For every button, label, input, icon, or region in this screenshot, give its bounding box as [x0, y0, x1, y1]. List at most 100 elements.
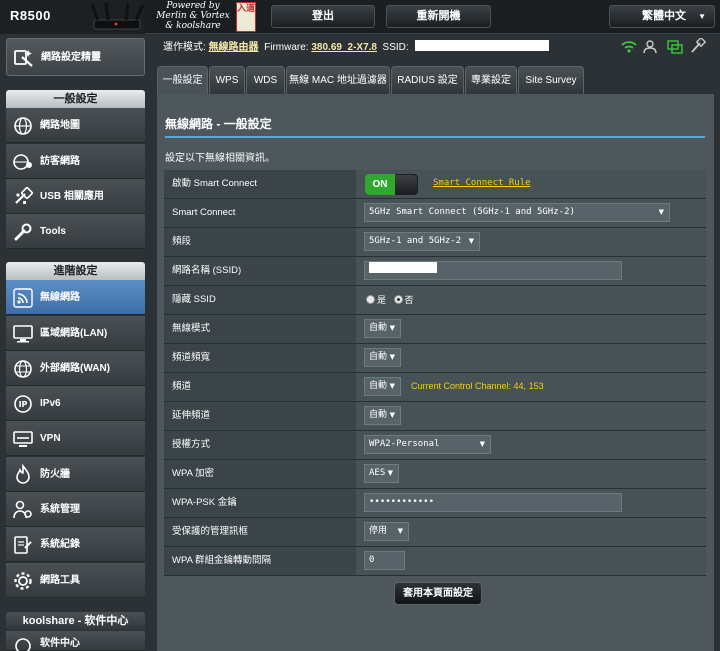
- group-rekey-interval-input[interactable]: 0: [364, 551, 405, 570]
- hide-ssid-yes-radio[interactable]: [366, 295, 375, 304]
- language-select[interactable]: 繁體中文 ▼: [609, 5, 715, 28]
- row-label: 頻段: [164, 228, 356, 256]
- row-label: 網路名稱 (SSID): [164, 257, 356, 285]
- pmf-select[interactable]: 停用 ▼: [364, 522, 409, 541]
- logout-button[interactable]: 登出: [271, 5, 375, 28]
- network-status-icon[interactable]: [667, 40, 683, 54]
- channel-select[interactable]: 自動 ▼: [364, 377, 401, 396]
- row-label: 受保護的管理訊框: [164, 518, 356, 546]
- tab-site-survey[interactable]: Site Survey: [518, 66, 584, 94]
- sidebar-item-tools[interactable]: Tools: [6, 214, 145, 249]
- band-select[interactable]: 5GHz-1 and 5GHz-2 ▼: [364, 232, 480, 251]
- row-label: 延伸頻道: [164, 402, 356, 430]
- page-description: 設定以下無線相關資訊。: [165, 153, 275, 164]
- clients-icon[interactable]: [643, 40, 657, 54]
- main-panel: 無線網路 - 一般設定 設定以下無線相關資訊。 啟動 Smart Connect…: [157, 94, 714, 651]
- wifi-icon: [13, 288, 33, 308]
- extension-channel-select[interactable]: 自動 ▼: [364, 406, 401, 425]
- sidebar-item-usb[interactable]: USB 相關應用: [6, 179, 145, 214]
- admin-user-icon: [13, 500, 32, 519]
- row-label: 無線模式: [164, 315, 356, 343]
- smart-connect-rule-link[interactable]: Smart Connect Rule: [433, 178, 531, 188]
- sidebar-item-label: 外部網路(WAN): [40, 363, 110, 374]
- ssid-redacted: [369, 262, 437, 273]
- row-label: Smart Connect: [164, 199, 356, 227]
- wifi-status-icon[interactable]: [621, 41, 637, 53]
- table-row: WPA 群組金鑰轉動間隔 0: [164, 547, 706, 576]
- tab-radius[interactable]: RADIUS 設定: [391, 66, 464, 94]
- table-row: 頻道頻寬 自動 ▼: [164, 344, 706, 373]
- table-row: 頻段 5GHz-1 and 5GHz-2 ▼: [164, 228, 706, 257]
- mode-value-link[interactable]: 無線路由器: [209, 42, 259, 53]
- smart-connect-toggle[interactable]: ON: [365, 174, 418, 195]
- table-row: 延伸頻道 自動 ▼: [164, 402, 706, 431]
- sidebar-item-lan[interactable]: 區域網路(LAN): [6, 316, 145, 351]
- chevron-down-icon: ▼: [698, 12, 706, 21]
- tab-general[interactable]: 一般設定: [157, 66, 208, 95]
- sidebar-item-label: USB 相關應用: [40, 191, 104, 202]
- fire-icon: [16, 464, 30, 484]
- monitor-icon: [13, 325, 33, 343]
- auth-method-select[interactable]: WPA2-Personal ▼: [364, 435, 491, 454]
- sidebar-item-wireless[interactable]: 無線網路: [6, 280, 145, 315]
- chevron-down-icon: ▼: [658, 208, 664, 216]
- sidebar-item-label: 區域網路(LAN): [40, 328, 108, 339]
- table-row: 啟動 Smart Connect ON Smart Connect Rule: [164, 170, 706, 199]
- sidebar-item-quick-setup[interactable]: 網路設定精靈: [6, 38, 145, 76]
- sidebar-item-label: VPN: [40, 433, 61, 444]
- sidebar-item-label: 系統管理: [40, 504, 80, 515]
- row-label: WPA 群組金鑰轉動間隔: [164, 547, 356, 575]
- table-row: 隱藏 SSID 是 否: [164, 286, 706, 315]
- tab-wps[interactable]: WPS: [209, 66, 245, 94]
- tab-wds[interactable]: WDS: [246, 66, 285, 94]
- table-row: Smart Connect 5GHz Smart Connect (5GHz-1…: [164, 199, 706, 228]
- apply-button[interactable]: 套用本頁面設定: [394, 582, 482, 605]
- status-icons: [621, 38, 707, 54]
- powered-by-credit: Powered by Merlin & Vortex & koolshare: [156, 1, 230, 31]
- software-center-icon: [15, 638, 31, 651]
- table-row: 授權方式 WPA2-Personal ▼: [164, 431, 706, 460]
- ssid-redacted: [415, 40, 550, 51]
- chevron-down-icon: ▼: [389, 382, 395, 390]
- ssid-label: SSID:: [382, 42, 409, 53]
- wpa-psk-input[interactable]: ••••••••••••: [364, 493, 622, 512]
- router-model: R8500: [10, 8, 51, 23]
- sidebar-item-wan[interactable]: 外部網路(WAN): [6, 351, 145, 386]
- sidebar-item-system-log[interactable]: 系統紀錄: [6, 527, 145, 562]
- tab-mac-filter[interactable]: 無線 MAC 地址過濾器: [286, 66, 390, 94]
- hide-ssid-no-radio[interactable]: [393, 295, 403, 304]
- row-label: 頻道頻寬: [164, 344, 356, 372]
- row-label: WPA-PSK 金鑰: [164, 489, 356, 517]
- wpa-encryption-select[interactable]: AES ▼: [364, 464, 399, 483]
- log-icon: [14, 536, 32, 554]
- router-image-icon: [90, 2, 145, 30]
- ssid-input[interactable]: [364, 261, 622, 280]
- wireless-mode-select[interactable]: 自動 ▼: [364, 319, 401, 338]
- sidebar-item-software-center[interactable]: 软件中心: [6, 631, 145, 651]
- sidebar-item-firewall[interactable]: 防火牆: [6, 457, 145, 492]
- sidebar-item-label: 防火牆: [40, 469, 70, 480]
- firmware-version-link[interactable]: 380.69_2-X7.8: [311, 42, 377, 53]
- sidebar-item-label: 系統紀錄: [40, 539, 80, 550]
- sidebar-item-guest-network[interactable]: 訪客網路: [6, 144, 145, 179]
- smart-connect-select[interactable]: 5GHz Smart Connect (5GHz-1 and 5GHz-2) ▼: [364, 203, 670, 222]
- row-label: 隱藏 SSID: [164, 286, 356, 314]
- reboot-button[interactable]: 重新開機: [386, 5, 491, 28]
- chevron-down-icon: ▼: [389, 353, 395, 361]
- chevron-down-icon: ▼: [387, 469, 393, 477]
- usb-status-icon[interactable]: [691, 38, 707, 53]
- sidebar-item-ipv6[interactable]: IP IPv6: [6, 386, 145, 421]
- table-row: 網路名稱 (SSID): [164, 257, 706, 286]
- chevron-down-icon: ▼: [468, 237, 474, 245]
- sidebar-item-network-tools[interactable]: 網路工具: [6, 563, 145, 598]
- status-line: 運作模式: 無線路由器 Firmware: 380.69_2-X7.8 SSID…: [163, 38, 550, 54]
- sidebar-item-vpn[interactable]: VPN: [6, 421, 145, 456]
- seal-logo: 入道: [236, 2, 256, 32]
- sidebar-item-label: 網路工具: [40, 575, 80, 586]
- tab-professional[interactable]: 專業設定: [465, 66, 517, 94]
- row-label: 啟動 Smart Connect: [164, 170, 356, 198]
- sidebar-item-network-map[interactable]: 網路地圖: [6, 108, 145, 143]
- bandwidth-select[interactable]: 自動 ▼: [364, 348, 401, 367]
- sidebar-item-administration[interactable]: 系統管理: [6, 492, 145, 527]
- table-row: 無線模式 自動 ▼: [164, 315, 706, 344]
